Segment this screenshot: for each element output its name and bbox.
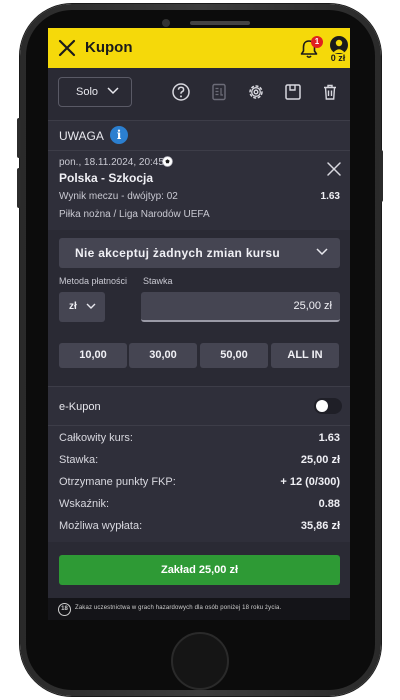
stake-summary-value: 25,00 zł xyxy=(300,454,340,466)
odds-change-label: Nie akceptuj żadnych zmian kursu xyxy=(75,246,280,260)
total-odds-label: Całkowity kurs: xyxy=(59,432,133,444)
stake-summary-label: Stawka: xyxy=(59,454,99,466)
event-datetime: pon., 18.11.2024, 20:45 xyxy=(59,157,164,168)
gambling-disclaimer: 18 Zakaz uczestnictwa w grach hazardowyc… xyxy=(48,598,350,620)
event-league: Piłka nożna / Liga Narodów UEFA xyxy=(59,209,210,220)
all-in-button[interactable]: ALL IN xyxy=(271,343,339,368)
chevron-down-icon xyxy=(107,87,119,95)
stake-value: 25,00 zł xyxy=(293,300,332,312)
app-screen: Kupon 1 0 zł Solo UWAGA i pon., 18.11.20… xyxy=(48,28,350,620)
place-bet-button[interactable]: Zakład 25,00 zł xyxy=(59,555,340,585)
chevron-down-icon xyxy=(86,303,96,309)
app-header: Kupon 1 0 zł xyxy=(48,28,350,68)
stake-section: Nie akceptuj żadnych zmian kursu Metoda … xyxy=(48,230,350,386)
stake-input[interactable]: 25,00 zł xyxy=(141,292,340,322)
close-icon[interactable] xyxy=(58,39,76,57)
coupon-summary: e-Kupon Całkowity kurs: 1.63 Stawka: 25,… xyxy=(48,386,350,543)
home-button[interactable] xyxy=(171,632,229,690)
volume-button xyxy=(17,118,21,158)
notification-badge: 1 xyxy=(311,36,323,48)
mode-dropdown[interactable]: Solo xyxy=(58,77,132,107)
coupon-toolbar: Solo xyxy=(48,68,350,120)
currency-dropdown[interactable]: zł xyxy=(59,292,105,322)
trash-icon[interactable] xyxy=(320,82,340,102)
save-icon[interactable] xyxy=(283,82,303,102)
possible-payout-value: 35,86 zł xyxy=(300,520,340,532)
currency-label: zł xyxy=(69,301,77,312)
ekupon-toggle[interactable] xyxy=(314,398,342,414)
quick-amount-button[interactable]: 10,00 xyxy=(59,343,127,368)
earpiece-speaker xyxy=(190,21,250,25)
quick-amount-button[interactable]: 30,00 xyxy=(129,343,197,368)
bet-market: Wynik meczu - dwójtyp: 02 xyxy=(59,191,178,202)
help-icon[interactable] xyxy=(171,82,191,102)
front-camera xyxy=(162,19,170,27)
odds-change-dropdown[interactable]: Nie akceptuj żadnych zmian kursu xyxy=(59,238,340,268)
disclaimer-text: Zakaz uczestnictwa w grach hazardowych d… xyxy=(75,605,282,611)
ekupon-label: e-Kupon xyxy=(59,401,101,413)
possible-payout-label: Możliwa wypłata: xyxy=(59,520,143,532)
age-18-icon: 18 xyxy=(58,603,71,616)
receipt-icon[interactable] xyxy=(209,82,229,102)
event-teams: Polska - Szkocja xyxy=(59,171,154,185)
stake-label: Stawka xyxy=(143,276,173,286)
avatar[interactable] xyxy=(330,36,348,54)
fkp-points-value: + 12 (0/300) xyxy=(280,476,340,488)
mode-label: Solo xyxy=(76,86,99,98)
settings-icon[interactable] xyxy=(246,82,266,102)
chevron-down-icon xyxy=(316,248,328,256)
payment-method-label: Metoda płatności xyxy=(59,276,128,286)
bet-odds: 1.63 xyxy=(320,191,340,202)
soccer-ball-icon xyxy=(162,156,173,167)
coupon-footer: Zakład 25,00 zł 18 Zakaz uczestnictwa w … xyxy=(48,542,350,620)
power-button xyxy=(379,150,383,202)
user-icon xyxy=(333,39,345,53)
bet-selection-card: pon., 18.11.2024, 20:45 Polska - Szkocja… xyxy=(48,150,350,231)
warning-bar: UWAGA i xyxy=(48,120,350,151)
account-balance: 0 zł xyxy=(330,53,346,63)
volume-button xyxy=(17,168,21,208)
fkp-points-label: Otrzymane punkty FKP: xyxy=(59,476,176,488)
info-icon[interactable]: i xyxy=(110,126,128,144)
page-title: Kupon xyxy=(85,39,133,56)
remove-bet-icon[interactable] xyxy=(326,161,342,177)
indicator-label: Wskaźnik: xyxy=(59,498,110,510)
total-odds-value: 1.63 xyxy=(318,432,340,444)
indicator-value: 0.88 xyxy=(318,498,340,510)
toggle-knob xyxy=(316,400,328,412)
warning-label: UWAGA xyxy=(59,129,104,143)
quick-amount-button[interactable]: 50,00 xyxy=(200,343,268,368)
divider xyxy=(48,425,350,426)
